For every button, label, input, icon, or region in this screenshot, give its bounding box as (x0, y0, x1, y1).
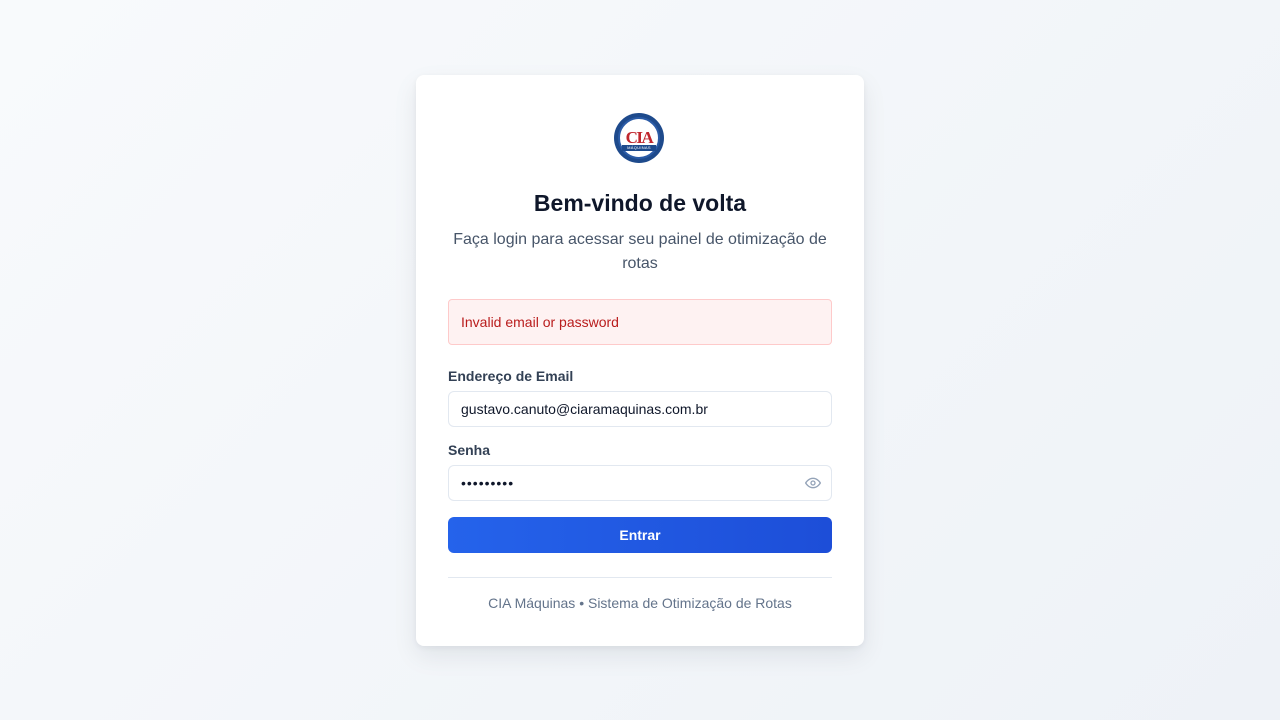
company-logo: CIA MÁQUINAS (614, 113, 664, 163)
error-message: Invalid email or password (461, 314, 619, 330)
email-value: gustavo.canuto@ciaramaquinas.com.br (461, 401, 708, 417)
password-value: ••••••••• (461, 475, 515, 491)
login-button[interactable]: Entrar (448, 517, 832, 553)
logo-letters: CIA (625, 127, 654, 147)
logo-band-text: MÁQUINAS (622, 145, 656, 151)
page-title: Bem-vindo de volta (533, 190, 747, 216)
page-subtitle: Faça login para acessar seu painel de ot… (453, 231, 827, 272)
footer-text: CIA Máquinas • Sistema de Otimização de … (488, 595, 792, 611)
password-field[interactable]: ••••••••• (448, 465, 832, 501)
eye-icon[interactable] (805, 475, 821, 491)
email-field[interactable]: gustavo.canuto@ciaramaquinas.com.br (448, 391, 832, 427)
error-alert: Invalid email or password (448, 299, 832, 345)
email-label: Endereço de Email (448, 368, 574, 384)
footer-divider (448, 577, 832, 578)
logo-badge: CIA MÁQUINAS (618, 117, 660, 159)
login-card: CIA MÁQUINAS Bem-vindo de volta Faça log… (416, 75, 864, 646)
password-label: Senha (448, 442, 491, 458)
